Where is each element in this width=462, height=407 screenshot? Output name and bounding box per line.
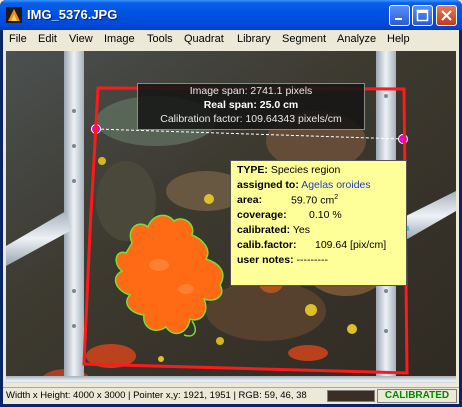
- region-info-tooltip: TYPE: Species region assigned to: Agelas…: [230, 160, 407, 286]
- menu-image[interactable]: Image: [104, 33, 135, 45]
- coverage-value: 0.10 %: [309, 209, 342, 221]
- color-swatch: [327, 390, 375, 402]
- user-notes-label: user notes:: [237, 254, 294, 266]
- calibrated-label: calibrated:: [237, 224, 291, 236]
- real-span-text: Real span: 25.0 cm: [203, 99, 299, 111]
- menu-analyze[interactable]: Analyze: [337, 33, 376, 45]
- menu-segment[interactable]: Segment: [282, 33, 326, 45]
- type-label: TYPE:: [237, 164, 268, 176]
- calibrated-indicator: CALIBRATED: [377, 389, 457, 403]
- type-value: Species region: [270, 164, 341, 176]
- menu-file[interactable]: File: [9, 33, 27, 45]
- user-notes-value: ---------: [296, 254, 329, 266]
- menu-quadrat[interactable]: Quadrat: [184, 33, 224, 45]
- menu-tools[interactable]: Tools: [147, 33, 173, 45]
- calib-factor-value: 109.64 [pix/cm]: [315, 239, 387, 251]
- title-bar[interactable]: IMG_5376.JPG: [0, 0, 462, 30]
- calib-factor-label: calib.factor:: [237, 239, 297, 251]
- menu-view[interactable]: View: [69, 33, 93, 45]
- menu-edit[interactable]: Edit: [38, 33, 57, 45]
- status-info: Width x Height: 4000 x 3000 | Pointer x,…: [6, 390, 307, 401]
- calibration-factor-text: Calibration factor: 109.64343 pixels/cm: [160, 113, 342, 125]
- calibration-info-panel: Image span: 2741.1 pixels Real span: 25.…: [137, 83, 365, 130]
- maximize-button[interactable]: [412, 5, 433, 26]
- minimize-button[interactable]: [389, 5, 410, 26]
- window-title: IMG_5376.JPG: [27, 7, 118, 22]
- app-icon: [6, 7, 22, 23]
- status-bar: Width x Height: 4000 x 3000 | Pointer x,…: [3, 387, 459, 404]
- image-viewport[interactable]: Image span: 2741.1 pixels Real span: 25.…: [6, 51, 456, 383]
- assigned-label: assigned to:: [237, 179, 299, 191]
- image-span-text: Image span: 2741.1 pixels: [189, 85, 313, 97]
- calibrated-value: Yes: [292, 224, 310, 236]
- client-area: File Edit View Image Tools Quadrat Libra…: [3, 30, 459, 404]
- close-button[interactable]: [436, 5, 457, 26]
- area-value: 59.70 cm2: [291, 194, 339, 207]
- menu-bar: File Edit View Image Tools Quadrat Libra…: [3, 30, 459, 50]
- menu-help[interactable]: Help: [387, 33, 410, 45]
- area-label: area:: [237, 194, 263, 206]
- menu-library[interactable]: Library: [237, 33, 271, 45]
- coverage-label: coverage:: [237, 209, 287, 221]
- assigned-value: Agelas oroides: [301, 179, 371, 191]
- app-window: IMG_5376.JPG File Edit View Image Tools …: [0, 0, 462, 407]
